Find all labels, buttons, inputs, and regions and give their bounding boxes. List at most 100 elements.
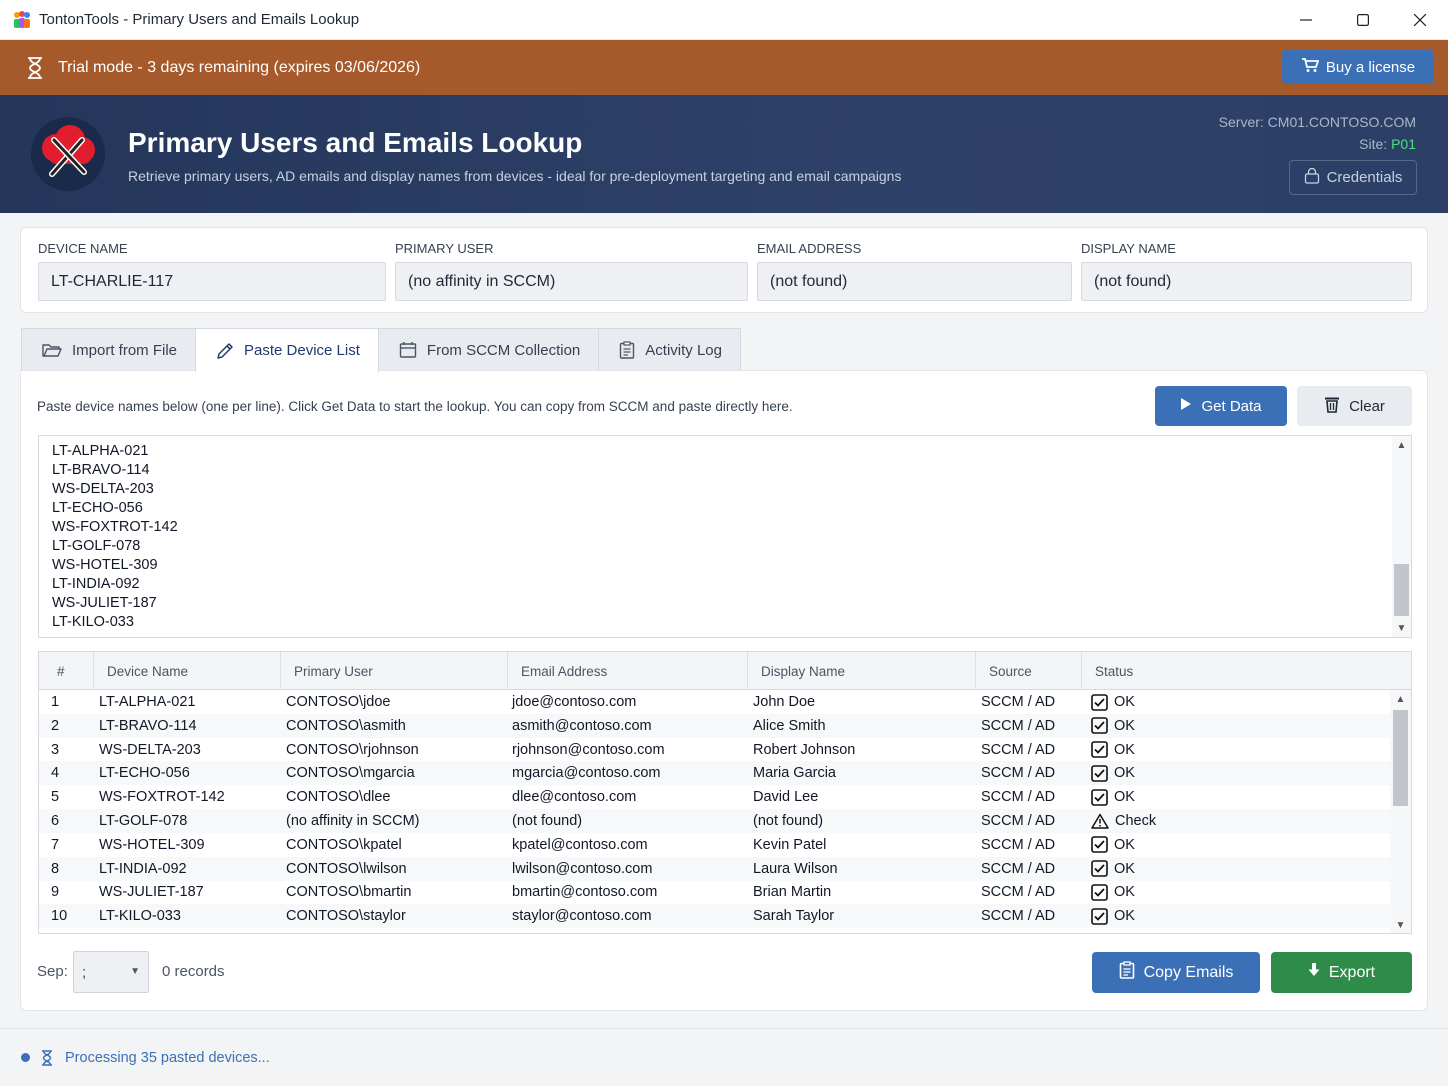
- table-row[interactable]: 10 LT-KILO-033 CONTOSO\staylor staylor@cont…: [39, 904, 1392, 929]
- cell-status: Check: [1091, 809, 1156, 833]
- cell-email-address: lwilson@contoso.com: [512, 860, 653, 877]
- maximize-icon: [1356, 14, 1369, 26]
- get-data-label: Get Data: [1201, 397, 1262, 415]
- cell-display-name: (not found): [753, 813, 824, 829]
- cell-primary-user: (no affinity in SCCM): [286, 813, 420, 829]
- display-name-field[interactable]: (not found): [1081, 262, 1412, 301]
- status-bar: Processing 35 pasted devices...: [0, 1028, 1448, 1086]
- email-address-field[interactable]: (not found): [757, 262, 1072, 301]
- app-logo: [30, 116, 106, 192]
- close-icon: [1413, 14, 1426, 26]
- cell-source: SCCM / AD: [981, 813, 1056, 829]
- table-row[interactable]: 6 LT-GOLF-078 (no affinity in SCCM) (not fo…: [39, 809, 1392, 833]
- cell-display-name: Maria Garcia: [753, 765, 836, 782]
- separator-select[interactable]: ; ▼: [73, 951, 149, 993]
- primary-user-field[interactable]: (no affinity in SCCM): [395, 262, 748, 301]
- column-header-display-name[interactable]: Display Name: [748, 652, 976, 690]
- site-info: Site: P01: [1359, 136, 1416, 152]
- page-title: Primary Users and Emails Lookup: [128, 127, 583, 158]
- column-header-device-name[interactable]: Device Name: [94, 652, 281, 690]
- textarea-scrollbar[interactable]: ▲ ▼: [1392, 436, 1411, 637]
- cell-email-address: rjohnson@contoso.com: [512, 741, 665, 758]
- credentials-button[interactable]: Credentials: [1289, 160, 1417, 195]
- close-button[interactable]: [1391, 0, 1448, 40]
- table-row[interactable]: 7 WS-HOTEL-309 CONTOSO\kpatel kpatel@contos…: [39, 833, 1392, 857]
- status-label: OK: [1114, 908, 1135, 925]
- status-label: OK: [1114, 741, 1135, 758]
- column-header-status[interactable]: Status: [1082, 652, 1392, 690]
- cell-device-name: WS-DELTA-203: [99, 741, 201, 758]
- table-row[interactable]: 2 LT-BRAVO-114 CONTOSO\asmith asmith@contos…: [39, 713, 1392, 738]
- column-header-number[interactable]: #: [39, 652, 94, 690]
- cell-primary-user: CONTOSO\jdoe: [286, 694, 391, 710]
- scroll-up-icon[interactable]: ▲: [1392, 436, 1411, 454]
- clear-button[interactable]: Clear: [1297, 386, 1412, 426]
- device-line: WS-HOTEL-309: [52, 557, 158, 573]
- hourglass-icon: [41, 1049, 53, 1066]
- scroll-down-icon[interactable]: ▼: [1390, 916, 1411, 933]
- table-row[interactable]: 5 WS-FOXTROT-142 CONTOSO\dlee dlee@contoso.…: [39, 785, 1392, 809]
- table-row[interactable]: 9 WS-JULIET-187 CONTOSO\bmartin bmartin@con…: [39, 880, 1392, 904]
- scroll-up-icon[interactable]: ▲: [1390, 690, 1411, 708]
- column-header-source[interactable]: Source: [976, 652, 1082, 690]
- table-scrollbar[interactable]: ▲ ▼: [1390, 690, 1411, 933]
- device-line: LT-GOLF-078: [52, 538, 141, 554]
- status-label: OK: [1114, 694, 1135, 710]
- device-list-textarea[interactable]: LT-ALPHA-021 LT-BRAVO-114 WS-DELTA-203 L…: [38, 435, 1412, 638]
- cell-display-name: Robert Johnson: [753, 741, 856, 758]
- table-row[interactable]: 1 LT-ALPHA-021 CONTOSO\jdoe jdoe@contoso.co…: [39, 690, 1392, 714]
- cell-source: SCCM / AD: [981, 765, 1056, 782]
- cell-display-name: Alice Smith: [753, 717, 826, 734]
- buy-license-button[interactable]: Buy a license: [1282, 50, 1434, 84]
- export-button[interactable]: Export: [1271, 952, 1412, 993]
- tab-paste-device-list[interactable]: Paste Device List: [195, 328, 379, 372]
- cell-number: 1: [51, 694, 60, 710]
- column-header-email-address[interactable]: Email Address: [508, 652, 748, 690]
- title-bar: TontonTools - Primary Users and Emails L…: [0, 0, 1448, 40]
- scroll-thumb[interactable]: [1393, 710, 1408, 806]
- cell-number: 5: [51, 789, 60, 806]
- cell-number: 7: [51, 836, 60, 853]
- scroll-down-icon[interactable]: ▼: [1392, 619, 1411, 637]
- cell-status: OK: [1091, 714, 1135, 738]
- device-name-field[interactable]: LT-CHARLIE-117: [38, 262, 386, 301]
- cell-display-name: John Doe: [753, 694, 816, 710]
- column-header-primary-user[interactable]: Primary User: [281, 652, 508, 690]
- tab-activity-log[interactable]: Activity Log: [598, 328, 741, 371]
- cell-device-name: WS-JULIET-187: [99, 884, 204, 901]
- warning-icon: [1091, 813, 1109, 829]
- cell-primary-user: CONTOSO\dlee: [286, 789, 391, 806]
- cell-device-name: WS-HOTEL-309: [99, 836, 205, 853]
- get-data-button[interactable]: Get Data: [1155, 386, 1287, 426]
- tab-label: Paste Device List: [244, 342, 360, 359]
- device-name-label: DEVICE NAME: [38, 241, 128, 256]
- status-label: OK: [1114, 836, 1135, 853]
- cell-status: OK: [1091, 690, 1135, 714]
- cell-device-name: LT-ECHO-056: [99, 765, 190, 782]
- results-table: # Device Name Primary User Email Address…: [38, 651, 1412, 934]
- clipboard-icon: [619, 341, 635, 359]
- device-line: LT-KILO-033: [52, 614, 134, 630]
- cell-status: OK: [1091, 904, 1135, 928]
- cell-number: 8: [51, 860, 60, 877]
- table-row[interactable]: 3 WS-DELTA-203 CONTOSO\rjohnson rjohnson@co…: [39, 738, 1392, 762]
- cell-number: 10: [51, 908, 68, 925]
- scroll-thumb[interactable]: [1394, 564, 1409, 616]
- copy-emails-button[interactable]: Copy Emails: [1092, 952, 1260, 993]
- device-line: LT-ALPHA-021: [52, 443, 149, 459]
- play-icon: [1180, 397, 1192, 415]
- site-value: P01: [1391, 136, 1416, 152]
- tab-import-from-file[interactable]: Import from File: [21, 328, 197, 371]
- minimize-button[interactable]: [1277, 0, 1334, 40]
- calendar-icon: [399, 341, 417, 359]
- maximize-button[interactable]: [1334, 0, 1391, 40]
- email-address-label: EMAIL ADDRESS: [757, 241, 862, 256]
- record-count: 0 records: [162, 963, 225, 980]
- tab-from-sccm-collection[interactable]: From SCCM Collection: [377, 328, 600, 371]
- checkbox-icon: [1091, 693, 1108, 711]
- status-label: OK: [1114, 860, 1135, 877]
- checkbox-icon: [1091, 907, 1108, 925]
- trash-icon: [1324, 396, 1340, 417]
- table-row[interactable]: 8 LT-INDIA-092 CONTOSO\lwilson lwilson@cont…: [39, 856, 1392, 881]
- table-row[interactable]: 4 LT-ECHO-056 CONTOSO\mgarcia mgarcia@conto…: [39, 761, 1392, 786]
